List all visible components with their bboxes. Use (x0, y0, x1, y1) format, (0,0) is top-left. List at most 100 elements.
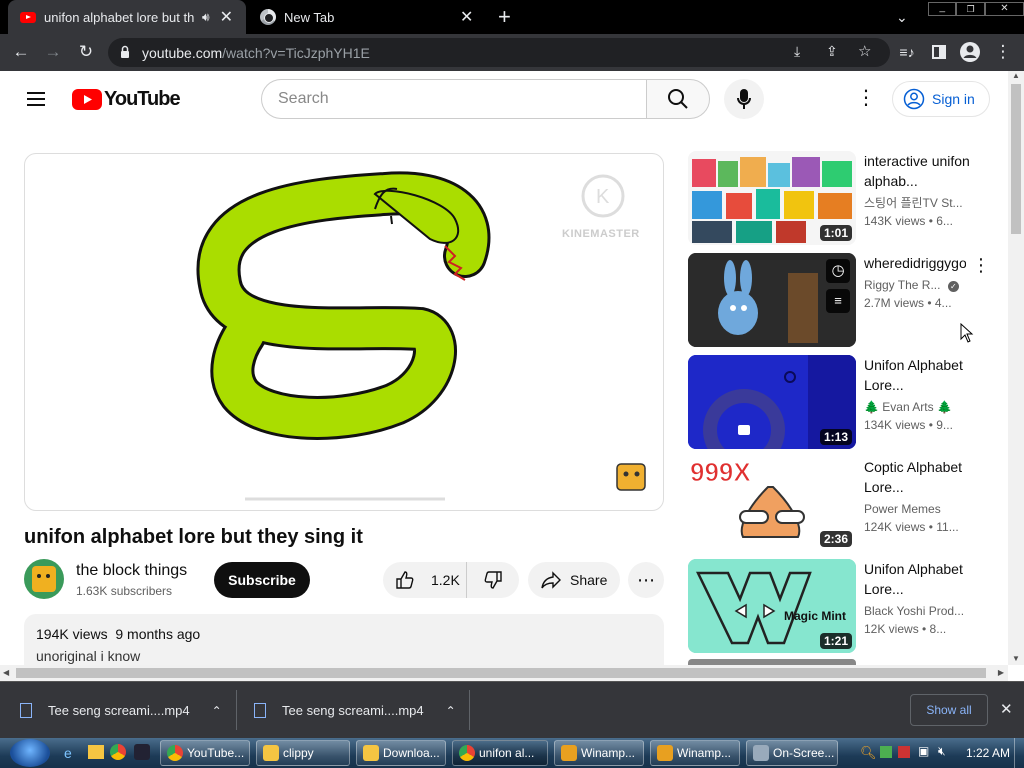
add-to-queue-icon[interactable]: ≡ (826, 289, 850, 313)
recommendation-item[interactable]: 999X 2:36 Coptic Alphabet Lore... Power … (688, 457, 998, 551)
show-all-button[interactable]: Show all (910, 694, 988, 726)
minimize-icon[interactable]: _ (928, 2, 957, 16)
close-tab-icon[interactable]: ✕ (220, 7, 233, 27)
action-center-icon[interactable] (898, 746, 910, 758)
taskbar-label: clippy (283, 746, 314, 760)
horizontal-scrollbar[interactable]: ◀ ▶ (0, 665, 1008, 681)
chrome-quicklaunch-icon[interactable] (110, 744, 126, 760)
video-thumbnail[interactable]: 999X 2:36 (688, 457, 856, 551)
search-input[interactable] (278, 90, 618, 108)
app-quicklaunch-icon[interactable] (134, 744, 150, 760)
speaker-icon[interactable]: 🔊︎ (202, 10, 210, 25)
rec-channel[interactable]: 🌲 Evan Arts 🌲 (864, 398, 994, 416)
rec-channel[interactable]: Riggy The R... (864, 278, 940, 292)
sign-in-button[interactable]: Sign in (892, 81, 990, 117)
taskbar-item-onscreen-keyboard[interactable]: On-Scree... (746, 740, 838, 766)
rec-channel[interactable]: 스팅어 플린TV St... (864, 194, 994, 212)
restore-icon[interactable]: ❐ (956, 2, 985, 16)
video-thumbnail[interactable]: 1:01 (688, 151, 856, 245)
back-arrow-icon[interactable]: ← (8, 39, 34, 65)
lock-icon[interactable] (120, 45, 130, 59)
more-actions-button[interactable]: ⋯ (628, 562, 664, 598)
video-thumbnail[interactable]: 1:13 (688, 355, 856, 449)
tab-youtube[interactable]: unifon alphabet lore but they 🔊︎ ✕ (8, 0, 246, 34)
forward-arrow-icon[interactable]: → (40, 39, 66, 65)
clock[interactable]: 1:22 AM (966, 746, 1010, 760)
scroll-down-icon[interactable]: ▼ (1008, 654, 1024, 663)
download-item[interactable]: Tee seng screami....mp4 ⌃ (20, 682, 222, 739)
vertical-scroll-thumb[interactable] (1011, 84, 1021, 234)
tray-app-icon[interactable] (880, 746, 892, 758)
close-window-icon[interactable]: ✕ (984, 2, 1024, 16)
search-tray-icon[interactable]: 🔍︎ (860, 745, 877, 761)
install-app-icon[interactable]: ⤓ (794, 43, 800, 60)
close-downloads-icon[interactable]: ✕ (1000, 700, 1013, 718)
horizontal-scroll-thumb[interactable] (16, 668, 986, 678)
winamp-icon (561, 745, 577, 761)
share-button[interactable]: Share (528, 562, 620, 598)
media-controls-icon[interactable]: ≡♪ (894, 39, 920, 65)
video-player[interactable]: K KINEMASTER (24, 153, 664, 511)
bookmark-star-icon[interactable]: ☆ (858, 42, 871, 60)
channel-avatar[interactable] (24, 559, 64, 599)
dislike-button[interactable] (467, 562, 519, 598)
taskbar-item-clippy[interactable]: clippy (256, 740, 350, 766)
taskbar-item-unifon[interactable]: unifon al... (452, 740, 548, 766)
chevron-up-icon[interactable]: ⌃ (446, 704, 456, 718)
watch-later-icon[interactable]: ◷ (826, 259, 850, 283)
youtube-logo[interactable]: YouTube (72, 88, 181, 111)
reload-icon[interactable]: ↻ (73, 39, 99, 65)
rec-channel[interactable]: Power Memes (864, 500, 994, 518)
video-title: unifon alphabet lore but they sing it (24, 526, 363, 548)
download-item[interactable]: Tee seng screami....mp4 ⌃ (254, 682, 456, 739)
subscribe-button[interactable]: Subscribe (214, 562, 310, 598)
address-bar[interactable]: youtube.com/watch?v=TicJzphYH1E ⤓ ⇪ ☆ (108, 38, 890, 67)
channel-name[interactable]: the block things (76, 562, 187, 580)
rec-title[interactable]: Coptic Alphabet Lore... (864, 457, 994, 497)
taskbar-item-winamp-2[interactable]: Winamp... (650, 740, 740, 766)
video-thumbnail[interactable]: Magic Mint 1:21 (688, 559, 856, 653)
rec-channel[interactable]: Black Yoshi Prod... (864, 602, 994, 620)
scroll-left-icon[interactable]: ◀ (3, 668, 9, 677)
show-desktop-button[interactable] (1014, 738, 1024, 768)
recommendation-item[interactable]: ◷ ≡ wheredidriggygo Riggy The R... ✓ 2.7… (688, 253, 998, 347)
taskbar-item-downloads[interactable]: Downloa... (356, 740, 446, 766)
network-icon[interactable]: ▣ (918, 744, 929, 758)
browser-menu-icon[interactable]: ⋮ (990, 39, 1016, 65)
scroll-right-icon[interactable]: ▶ (998, 668, 1004, 677)
rec-title[interactable]: Unifon Alphabet Lore... (864, 559, 994, 599)
recommendation-item[interactable]: 1:13 Unifon Alphabet Lore... 🌲 Evan Arts… (688, 355, 998, 449)
rec-title[interactable]: Unifon Alphabet Lore... (864, 355, 994, 395)
voice-search-button[interactable] (724, 79, 764, 119)
window-controls: _ ❐ ✕ (928, 2, 1024, 18)
taskbar-item-youtube[interactable]: YouTube... (160, 740, 250, 766)
rec-title[interactable]: wheredidriggygo (864, 253, 966, 273)
hamburger-menu-icon[interactable] (27, 88, 45, 110)
tab-search-icon[interactable]: ⌄ (896, 0, 908, 34)
action-menu-icon[interactable]: ⋮ (972, 255, 990, 276)
rec-title[interactable]: interactive unifon alphab... (864, 151, 994, 191)
tab-new-tab[interactable]: New Tab ✕ (250, 0, 488, 34)
start-orb-icon[interactable] (10, 739, 50, 767)
recommendation-item[interactable]: Magic Mint 1:21 Unifon Alphabet Lore... … (688, 559, 998, 653)
new-tab-button[interactable]: + (498, 0, 520, 34)
youtube-favicon-icon (20, 11, 36, 23)
chevron-up-icon[interactable]: ⌃ (212, 704, 222, 718)
internet-explorer-icon[interactable]: e (64, 745, 72, 761)
volume-muted-icon[interactable]: 🔇︎ (938, 744, 946, 759)
taskbar-item-winamp-1[interactable]: Winamp... (554, 740, 644, 766)
recommendation-item[interactable]: 1:01 interactive unifon alphab... 스팅어 플린… (688, 151, 998, 245)
video-thumbnail[interactable]: ◷ ≡ (688, 253, 856, 347)
scroll-up-icon[interactable]: ▲ (1008, 71, 1024, 80)
settings-more-icon[interactable]: ⋮ (856, 85, 876, 110)
search-button[interactable] (646, 79, 710, 119)
search-box[interactable] (261, 79, 647, 119)
tab-title: New Tab (284, 9, 335, 25)
share-page-icon[interactable]: ⇪ (826, 43, 838, 60)
vertical-scrollbar[interactable]: ▲ ▼ (1008, 71, 1024, 665)
profile-avatar-icon[interactable] (957, 39, 983, 65)
close-tab-icon[interactable]: ✕ (460, 7, 473, 27)
folder-icon[interactable] (88, 745, 104, 759)
side-panel-icon[interactable] (926, 39, 952, 65)
like-button[interactable]: 1.2K (383, 562, 467, 598)
